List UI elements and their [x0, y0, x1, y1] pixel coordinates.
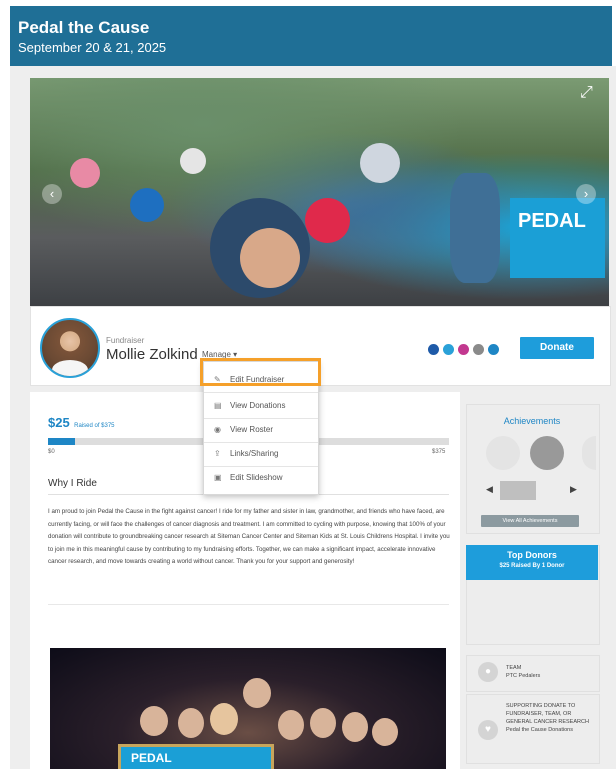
event-dates: September 20 & 21, 2025 [18, 40, 167, 55]
hero-rider [130, 188, 164, 222]
photo-face [243, 678, 271, 708]
top-donors-subtitle: $25 Raised By 1 Donor [499, 563, 565, 569]
photo-face [178, 708, 204, 738]
badge-ribbon-icon [530, 436, 564, 470]
slideshow-icon: ▣ [214, 473, 222, 482]
donations-icon: ▤ [214, 401, 222, 410]
hero-rider [180, 148, 206, 174]
view-all-achievements-button[interactable]: View All Achievements [481, 515, 579, 527]
email-icon[interactable] [473, 344, 484, 355]
photo-face [342, 712, 368, 742]
top-donors-header: Top Donors $25 Raised By 1 Donor [466, 545, 598, 580]
menu-divider [204, 392, 318, 393]
hero-rider [450, 173, 500, 283]
event-title: Pedal the Cause [18, 18, 150, 37]
menu-divider [204, 418, 318, 419]
hero-rider [305, 198, 350, 243]
avatar [40, 318, 100, 378]
raised-of: Raised of $375 [74, 423, 115, 429]
chevron-right-icon[interactable]: › [576, 184, 596, 204]
raised-amount: $25 Raised of $375 [48, 414, 115, 432]
menu-item-label: Links/Sharing [230, 449, 279, 458]
raised-value: $25 [48, 415, 70, 430]
menu-item-label: View Roster [230, 425, 273, 434]
top-donors-title: Top Donors [507, 550, 557, 560]
hero-banner-text: PEDAL [518, 210, 586, 232]
menu-item-view-roster[interactable]: ◉ View Roster [204, 420, 318, 440]
progress-max: $375 [432, 449, 446, 455]
progress-min: $0 [48, 449, 55, 455]
profile-name: Mollie Zolkind [106, 346, 198, 363]
menu-item-label: Edit Slideshow [230, 473, 283, 482]
profile-role: Fundraiser [106, 336, 145, 345]
photo-face [278, 710, 304, 740]
hero-rider [360, 143, 400, 183]
carousel-position [500, 481, 536, 500]
menu-item-edit-slideshow[interactable]: ▣ Edit Slideshow [204, 468, 318, 488]
supporting-name[interactable]: Pedal the Cause Donations [506, 726, 592, 734]
donate-button[interactable]: Donate [520, 337, 594, 359]
caret-left-icon[interactable]: ◀ [486, 484, 493, 495]
photo-face [140, 706, 168, 736]
photo-face [210, 703, 238, 735]
link-icon[interactable] [488, 344, 499, 355]
progress-fill [48, 438, 75, 445]
heart-hand-icon: ♥ [478, 720, 498, 740]
edit-fundraiser-highlight [200, 358, 321, 386]
photo-face [310, 708, 336, 738]
supporting-text: SUPPORTING DONATE TO FUNDRAISER, TEAM, O… [506, 702, 592, 734]
hero-rider [70, 158, 100, 188]
facebook-icon[interactable] [428, 344, 439, 355]
instagram-icon[interactable] [458, 344, 469, 355]
event-header: Pedal the Cause September 20 & 21, 2025 [10, 6, 612, 66]
hero-slideshow[interactable]: PEDAL [30, 78, 609, 306]
share-icon: ⇪ [214, 449, 221, 458]
eye-icon: ◉ [214, 425, 221, 434]
hero-banner: PEDAL [510, 198, 605, 278]
divider [48, 604, 449, 605]
menu-item-links-sharing[interactable]: ⇪ Links/Sharing [204, 444, 318, 464]
expand-icon[interactable]: ⤢ [580, 84, 593, 102]
hero-rider [240, 228, 300, 288]
caret-right-icon[interactable]: ▶ [570, 484, 577, 495]
photo-face [372, 718, 398, 746]
achievements-title: Achievements [503, 416, 561, 426]
team-name[interactable]: PTC Pedalers [506, 672, 592, 680]
team-text: TEAM PTC Pedalers [506, 664, 592, 680]
chevron-left-icon[interactable]: ‹ [42, 184, 62, 204]
supporting-label: SUPPORTING DONATE TO FUNDRAISER, TEAM, O… [506, 703, 589, 725]
badge-shirt-icon [486, 436, 520, 470]
twitter-icon[interactable] [443, 344, 454, 355]
why-text: I am proud to join Pedal the Cause in th… [48, 508, 450, 566]
photo-sign-text: PEDAL [131, 751, 172, 765]
why-heading: Why I Ride [48, 478, 97, 489]
menu-divider [204, 442, 318, 443]
team-photo: PEDAL [50, 648, 446, 769]
person-icon: ● [478, 662, 498, 682]
photo-sign: PEDAL [118, 744, 274, 769]
team-label: TEAM [506, 665, 522, 671]
menu-divider [204, 466, 318, 467]
menu-item-label: View Donations [230, 401, 286, 410]
menu-item-view-donations[interactable]: ▤ View Donations [204, 396, 318, 416]
